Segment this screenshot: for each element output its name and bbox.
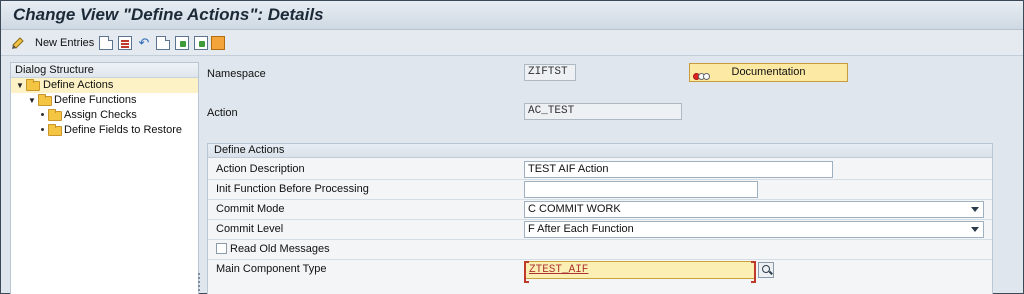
action-field: AC_TEST [524, 103, 682, 120]
main-component-type-input[interactable]: ZTEST_AIF [524, 261, 756, 283]
init-function-label: Init Function Before Processing [216, 183, 369, 195]
action-description-input[interactable]: TEST AIF Action [524, 161, 833, 178]
documentation-button[interactable]: Documentation [689, 63, 848, 82]
commit-mode-select[interactable]: C COMMIT WORK [524, 201, 984, 218]
leaf-bullet-icon [41, 128, 44, 131]
chevron-down-icon[interactable] [971, 207, 979, 212]
expanded-arrow-icon[interactable]: ▼ [16, 78, 24, 93]
chevron-down-icon[interactable] [971, 227, 979, 232]
dialog-structure-panel: Dialog Structure ▼ Define Actions ▼ Defi… [10, 62, 199, 294]
tree-item-define-actions[interactable]: ▼ Define Actions [11, 78, 198, 93]
application-toolbar: New Entries ↶ [1, 30, 1023, 56]
tree-item-label[interactable]: Define Functions [54, 93, 137, 108]
commit-mode-value: C COMMIT WORK [528, 203, 621, 215]
search-help-icon[interactable] [758, 262, 774, 278]
init-function-input[interactable] [524, 181, 758, 198]
title-bar: Change View "Define Actions": Details [1, 1, 1023, 30]
glasses-pencil-icon [12, 37, 24, 49]
folder-icon [48, 109, 62, 121]
new-entries-label[interactable]: New Entries [35, 37, 94, 49]
folder-icon [48, 124, 62, 136]
folder-open-icon [26, 79, 40, 91]
read-old-messages-label[interactable]: Read Old Messages [230, 243, 330, 255]
action-description-row: Action Description TEST AIF Action [208, 160, 992, 180]
delete-icon[interactable] [118, 36, 132, 50]
status-lights-icon [693, 69, 710, 86]
transport-icon[interactable] [211, 36, 225, 50]
tree-item-label[interactable]: Assign Checks [64, 108, 137, 123]
commit-level-label: Commit Level [216, 223, 284, 235]
read-old-messages-row: Read Old Messages [208, 240, 992, 260]
namespace-label: Namespace [207, 68, 266, 80]
tree-item-label[interactable]: Define Actions [43, 78, 113, 93]
action-label: Action [207, 107, 238, 119]
commit-mode-label: Commit Mode [216, 203, 285, 215]
page-title: Change View "Define Actions": Details [13, 5, 324, 24]
action-description-label: Action Description [216, 163, 305, 175]
select-block-icon[interactable] [175, 36, 189, 50]
folder-open-icon [38, 94, 52, 106]
documentation-button-label: Documentation [731, 66, 806, 78]
main-component-type-value: ZTEST_AIF [529, 264, 589, 276]
tree-item-assign-checks[interactable]: Assign Checks [11, 108, 198, 123]
leaf-bullet-icon [41, 113, 44, 116]
tree-item-define-fields-to-restore[interactable]: Define Fields to Restore [11, 123, 198, 138]
commit-level-value: F After Each Function [528, 223, 634, 235]
splitter-handle[interactable] [198, 273, 201, 293]
undo-icon[interactable]: ↶ [137, 36, 151, 50]
define-actions-group: Define Actions Action Description TEST A… [207, 143, 993, 294]
select-all-icon[interactable] [156, 36, 170, 50]
read-old-messages-checkbox[interactable] [216, 243, 227, 254]
namespace-field: ZIFTST [524, 64, 576, 81]
main-component-type-label: Main Component Type [216, 263, 327, 275]
dialog-structure-header: Dialog Structure [11, 63, 198, 78]
tree-item-define-functions[interactable]: ▼ Define Functions [11, 93, 198, 108]
expanded-arrow-icon[interactable]: ▼ [28, 93, 36, 108]
copy-as-icon[interactable] [99, 36, 113, 50]
new-entries-button[interactable] [11, 35, 27, 51]
deselect-all-icon[interactable] [194, 36, 208, 50]
commit-level-row: Commit Level F After Each Function [208, 220, 992, 240]
commit-level-select[interactable]: F After Each Function [524, 221, 984, 238]
main-component-type-row: Main Component Type ZTEST_AIF [208, 260, 992, 283]
tree-item-label[interactable]: Define Fields to Restore [64, 123, 182, 138]
init-function-row: Init Function Before Processing [208, 180, 992, 200]
define-actions-group-title: Define Actions [208, 144, 992, 158]
commit-mode-row: Commit Mode C COMMIT WORK [208, 200, 992, 220]
